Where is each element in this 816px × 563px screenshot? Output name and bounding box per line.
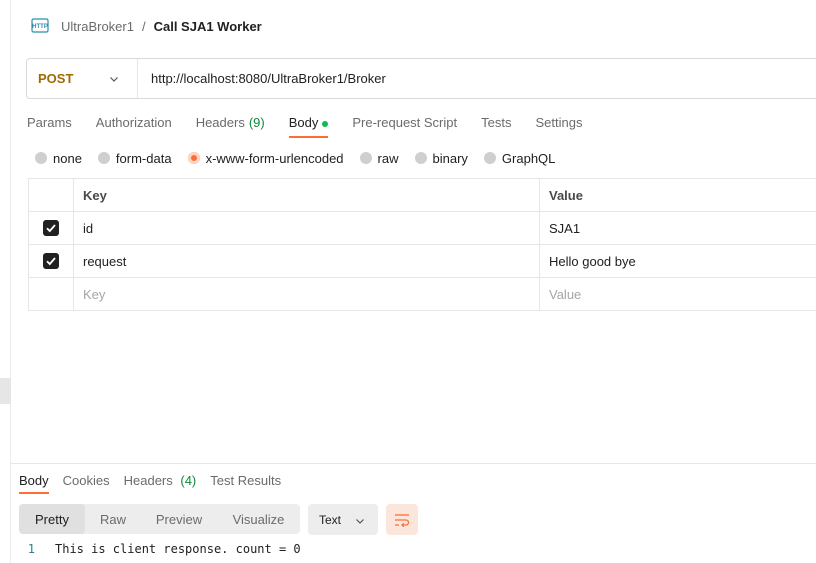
tab-tests[interactable]: Tests xyxy=(481,112,511,138)
method-label: POST xyxy=(38,71,74,86)
view-preview-button[interactable]: Preview xyxy=(141,504,217,534)
radio-label: GraphQL xyxy=(501,150,556,166)
url-bar: POST http://localhost:8080/UltraBroker1/… xyxy=(26,58,816,99)
radio-label: binary xyxy=(432,150,468,166)
body-type-raw[interactable]: raw xyxy=(359,150,399,166)
response-tab-headers-label: Headers xyxy=(123,473,173,488)
radio-label: none xyxy=(53,150,82,166)
tab-pre-request-script[interactable]: Pre-request Script xyxy=(352,112,457,138)
tab-headers[interactable]: Headers (9) xyxy=(196,112,265,138)
tab-headers-count: (9) xyxy=(248,115,265,130)
sidebar-resize-handle[interactable] xyxy=(0,378,11,404)
body-type-binary[interactable]: binary xyxy=(414,150,468,166)
response-tab-test-results[interactable]: Test Results xyxy=(210,472,281,494)
radio-button[interactable] xyxy=(414,152,427,164)
response-tab-body-label: Body xyxy=(19,473,49,488)
response-tab-cookies-label: Cookies xyxy=(62,473,110,488)
tab-pre-request-script-label: Pre-request Script xyxy=(352,115,458,130)
response-tabs: Body Cookies Headers (4) Test Results xyxy=(19,472,281,494)
response-tab-test-results-label: Test Results xyxy=(210,473,282,488)
body-type-none[interactable]: none xyxy=(35,151,82,166)
tab-authorization-label: Authorization xyxy=(95,115,172,130)
request-title[interactable]: Call SJA1 Worker xyxy=(154,19,262,34)
line-number: 1 xyxy=(27,542,35,556)
radio-button[interactable] xyxy=(483,152,496,164)
body-type-urlencoded[interactable]: x-www-form-urlencoded xyxy=(187,150,344,166)
response-tab-body[interactable]: Body xyxy=(19,472,49,494)
tab-params-label: Params xyxy=(27,115,72,130)
breadcrumb: HTTP UltraBroker1 / Call SJA1 Worker xyxy=(31,15,262,37)
response-headers-count: (4) xyxy=(180,473,197,488)
wrap-lines-icon xyxy=(395,513,410,527)
table-row-new: Key Value xyxy=(29,278,816,311)
key-cell[interactable]: request xyxy=(74,245,540,277)
url-input[interactable]: http://localhost:8080/UltraBroker1/Broke… xyxy=(138,71,386,86)
radio-label: x-www-form-urlencoded xyxy=(205,150,344,166)
table-row: id SJA1 xyxy=(29,212,816,245)
radio-button[interactable] xyxy=(97,152,110,164)
view-visualize-button[interactable]: Visualize xyxy=(217,504,300,534)
row-check-cell xyxy=(29,278,74,310)
view-mode-segment: Pretty Raw Preview Visualize xyxy=(19,504,300,534)
body-type-options: none form-data x-www-form-urlencoded raw… xyxy=(35,150,571,166)
svg-text:HTTP: HTTP xyxy=(32,24,48,30)
radio-button[interactable] xyxy=(359,152,372,164)
response-tab-headers[interactable]: Headers (4) xyxy=(124,472,197,494)
tab-authorization[interactable]: Authorization xyxy=(96,112,172,138)
radio-label: raw xyxy=(377,150,399,166)
radio-button-selected[interactable] xyxy=(187,152,200,164)
response-text[interactable]: This is client response. count = 0 xyxy=(55,542,301,556)
params-table: Key Value id SJA1 request Hello good bye… xyxy=(28,178,816,311)
checkbox-checked[interactable] xyxy=(43,253,59,269)
tab-tests-label: Tests xyxy=(481,115,512,130)
wrap-lines-button[interactable] xyxy=(386,504,418,535)
body-type-graphql[interactable]: GraphQL xyxy=(483,150,556,166)
value-cell[interactable]: SJA1 xyxy=(540,212,816,244)
tab-body[interactable]: Body xyxy=(288,112,329,138)
table-row: request Hello good bye xyxy=(29,245,816,278)
response-pane-divider[interactable] xyxy=(11,463,816,464)
view-pretty-button[interactable]: Pretty xyxy=(19,504,85,534)
radio-button[interactable] xyxy=(35,152,47,164)
body-indicator-dot xyxy=(322,121,329,127)
key-cell[interactable]: id xyxy=(74,212,540,244)
value-cell[interactable]: Hello good bye xyxy=(540,245,816,277)
left-sidebar-edge xyxy=(0,0,11,563)
check-icon xyxy=(46,257,56,266)
tab-settings-label: Settings xyxy=(535,115,583,130)
http-request-icon: HTTP xyxy=(31,17,49,35)
view-raw-button[interactable]: Raw xyxy=(85,504,141,534)
row-check-cell xyxy=(29,212,74,244)
row-check-cell xyxy=(29,245,74,277)
chevron-down-icon xyxy=(109,72,119,87)
method-select[interactable]: POST xyxy=(27,59,138,98)
column-header-value: Value xyxy=(549,187,583,203)
format-select[interactable]: Text xyxy=(308,504,378,535)
table-header-row: Key Value xyxy=(29,179,816,212)
chevron-down-icon xyxy=(355,514,365,529)
tab-settings[interactable]: Settings xyxy=(535,112,582,138)
new-key-input[interactable]: Key xyxy=(74,278,540,310)
radio-label: form-data xyxy=(115,150,172,166)
checkbox-checked[interactable] xyxy=(43,220,59,236)
column-header-key: Key xyxy=(74,179,540,211)
header-check-cell xyxy=(29,179,74,211)
tab-body-label: Body xyxy=(288,115,319,130)
breadcrumb-collection[interactable]: UltraBroker1 xyxy=(61,19,134,34)
new-value-input[interactable]: Value xyxy=(540,278,816,310)
tab-headers-label: Headers xyxy=(195,115,245,130)
response-line: 1 This is client response. count = 0 xyxy=(19,541,301,557)
check-icon xyxy=(46,224,56,233)
tab-params[interactable]: Params xyxy=(27,112,72,138)
response-tab-cookies[interactable]: Cookies xyxy=(63,472,110,494)
body-type-form-data[interactable]: form-data xyxy=(97,150,172,166)
breadcrumb-separator: / xyxy=(141,18,146,34)
format-label: Text xyxy=(319,512,342,527)
request-tabs: Params Authorization Headers (9) Body Pre… xyxy=(27,112,582,140)
